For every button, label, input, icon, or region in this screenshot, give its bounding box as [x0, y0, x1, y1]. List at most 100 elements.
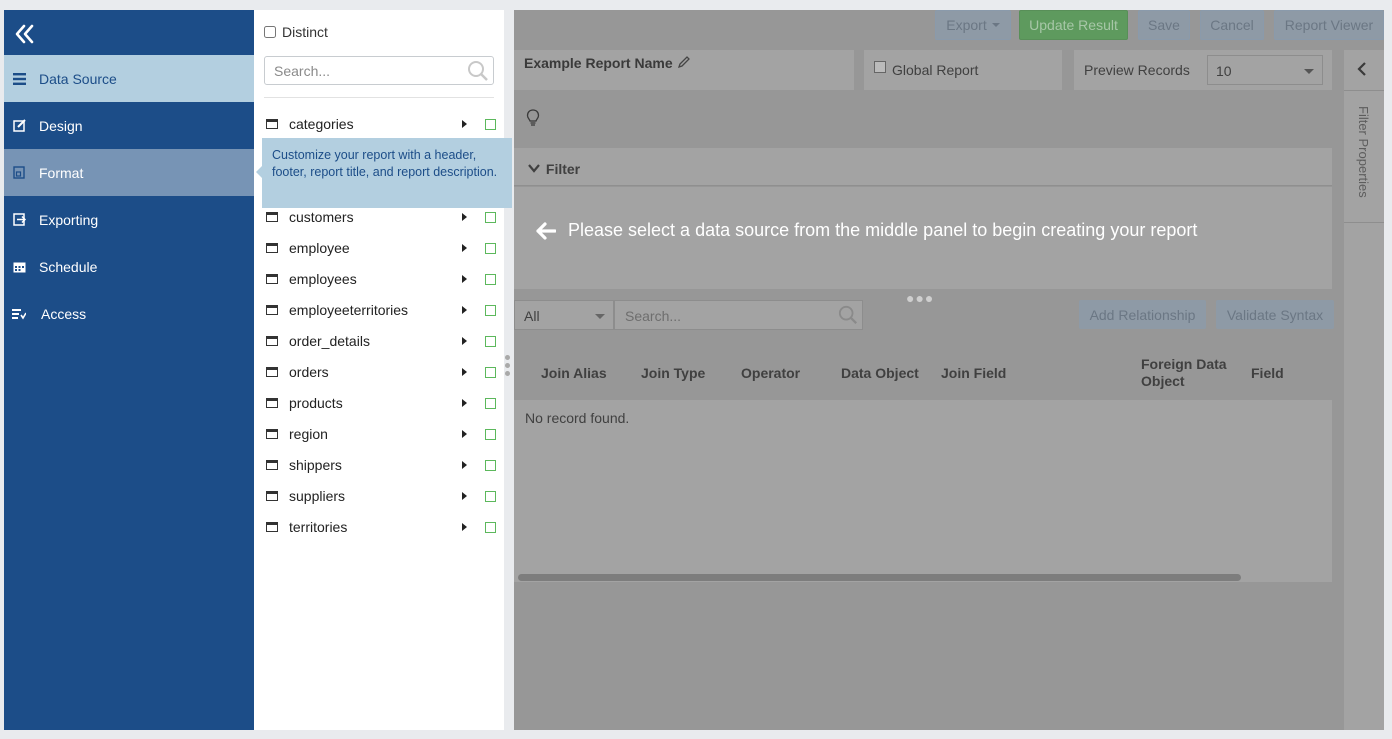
- caret-right-icon[interactable]: [462, 337, 467, 345]
- table-icon: [266, 398, 278, 408]
- caret-right-icon[interactable]: [462, 275, 467, 283]
- table-icon: [266, 460, 278, 470]
- sidebar-item-access[interactable]: Access: [4, 290, 254, 337]
- table-checkbox[interactable]: [485, 211, 496, 223]
- distinct-checkbox-input[interactable]: [264, 26, 276, 38]
- table-icon: [266, 522, 278, 532]
- caret-right-icon[interactable]: [462, 244, 467, 252]
- table-item[interactable]: employeeterritories: [266, 300, 496, 320]
- format-icon: [12, 166, 26, 180]
- relationship-search-input[interactable]: Search...: [614, 300, 863, 330]
- table-checkbox[interactable]: [485, 428, 496, 440]
- lightbulb-icon[interactable]: [526, 109, 540, 131]
- table-checkbox[interactable]: [485, 490, 496, 502]
- global-report-checkbox[interactable]: [874, 61, 886, 73]
- table-item[interactable]: suppliers: [266, 486, 496, 506]
- table-item[interactable]: products: [266, 393, 496, 413]
- chevron-left-icon[interactable]: [1356, 62, 1368, 81]
- column-header[interactable]: Foreign Data Object: [1141, 346, 1241, 400]
- update-result-button[interactable]: Update Result: [1019, 10, 1128, 40]
- table-checkbox[interactable]: [485, 242, 496, 254]
- datasource-search-input[interactable]: [265, 57, 465, 84]
- filter-properties-tab[interactable]: Filter Properties: [1356, 106, 1371, 198]
- validate-syntax-button[interactable]: Validate Syntax: [1216, 300, 1334, 329]
- table-checkbox[interactable]: [485, 521, 496, 533]
- table-item[interactable]: orders: [266, 362, 496, 382]
- table-name: customers: [289, 209, 354, 225]
- table-name: orders: [289, 364, 329, 380]
- sidebar-item-label: Data Source: [39, 70, 117, 87]
- table-checkbox[interactable]: [485, 366, 496, 378]
- table-checkbox[interactable]: [485, 335, 496, 347]
- panel-resize-handle[interactable]: [505, 355, 511, 387]
- caret-right-icon[interactable]: [462, 306, 467, 314]
- tooltip-text: Customize your report with a header, foo…: [272, 148, 498, 179]
- table-name: territories: [289, 519, 348, 535]
- pencil-icon[interactable]: [677, 55, 691, 72]
- save-button[interactable]: Save: [1138, 10, 1190, 40]
- table-item[interactable]: territories: [266, 517, 496, 537]
- global-report-option[interactable]: Global Report: [864, 50, 1062, 90]
- table-checkbox[interactable]: [485, 397, 496, 409]
- table-item[interactable]: customers: [266, 207, 496, 227]
- search-icon[interactable]: [467, 60, 489, 87]
- table-icon: [266, 119, 278, 129]
- divider: [264, 97, 494, 98]
- caret-right-icon[interactable]: [462, 461, 467, 469]
- sidebar-item-schedule[interactable]: Schedule: [4, 243, 254, 290]
- table-checkbox[interactable]: [485, 304, 496, 316]
- caret-right-icon[interactable]: [462, 430, 467, 438]
- sidebar-item-exporting[interactable]: Exporting: [4, 196, 254, 243]
- report-viewer-button[interactable]: Report Viewer: [1274, 10, 1384, 40]
- column-header[interactable]: Join Field: [941, 346, 1006, 400]
- select-datasource-message: Please select a data source from the mid…: [536, 220, 1197, 241]
- table-item[interactable]: employees: [266, 269, 496, 289]
- table-name: employee: [289, 240, 350, 256]
- column-header[interactable]: Data Object: [841, 346, 919, 400]
- cancel-button[interactable]: Cancel: [1200, 10, 1264, 40]
- caret-right-icon[interactable]: [462, 399, 467, 407]
- sidebar-item-label: Design: [39, 117, 83, 134]
- sidebar-item-data-source[interactable]: Data Source: [4, 55, 254, 102]
- sidebar-item-design[interactable]: Design: [4, 102, 254, 149]
- preview-records: Preview Records 10: [1074, 50, 1332, 90]
- chevron-down-icon: [1304, 69, 1314, 74]
- search-icon[interactable]: [838, 305, 858, 328]
- horizontal-scrollbar[interactable]: [518, 574, 1241, 581]
- table-checkbox[interactable]: [485, 118, 496, 130]
- table-icon: [266, 274, 278, 284]
- format-tooltip: Customize your report with a header, foo…: [256, 138, 512, 208]
- report-name[interactable]: Example Report Name: [524, 55, 691, 72]
- table-name: suppliers: [289, 488, 346, 504]
- caret-down-icon: [991, 23, 1000, 27]
- caret-right-icon[interactable]: [462, 523, 467, 531]
- sidebar-nav: Data Source Design Format Exporting Sche…: [4, 10, 254, 730]
- column-header[interactable]: Join Alias: [541, 346, 607, 400]
- table-item[interactable]: region: [266, 424, 496, 444]
- table-item[interactable]: categories: [266, 114, 496, 134]
- caret-right-icon[interactable]: [462, 120, 467, 128]
- table-item[interactable]: employee: [266, 238, 496, 258]
- table-checkbox[interactable]: [485, 273, 496, 285]
- export-dropdown-button[interactable]: Export: [935, 10, 1011, 40]
- filter-header[interactable]: Filter: [514, 148, 1332, 186]
- collapse-sidebar-icon[interactable]: [14, 24, 44, 50]
- column-header[interactable]: Field: [1251, 346, 1284, 400]
- table-name: employeeterritories: [289, 302, 409, 318]
- relationship-filter-select[interactable]: All: [514, 300, 614, 330]
- resize-handle[interactable]: ●●●: [906, 290, 934, 306]
- column-header[interactable]: Join Type: [641, 346, 705, 400]
- sidebar-item-format[interactable]: Format: [4, 149, 254, 196]
- add-relationship-button[interactable]: Add Relationship: [1079, 300, 1206, 329]
- column-header[interactable]: Operator: [741, 346, 800, 400]
- table-checkbox[interactable]: [485, 459, 496, 471]
- table-item[interactable]: order_details: [266, 331, 496, 351]
- caret-right-icon[interactable]: [462, 368, 467, 376]
- table-name: shippers: [289, 457, 342, 473]
- sidebar-item-label: Format: [39, 164, 84, 181]
- caret-right-icon[interactable]: [462, 492, 467, 500]
- caret-right-icon[interactable]: [462, 213, 467, 221]
- preview-records-select[interactable]: 10: [1207, 55, 1323, 85]
- distinct-checkbox[interactable]: Distinct: [264, 24, 328, 40]
- table-item[interactable]: shippers: [266, 455, 496, 475]
